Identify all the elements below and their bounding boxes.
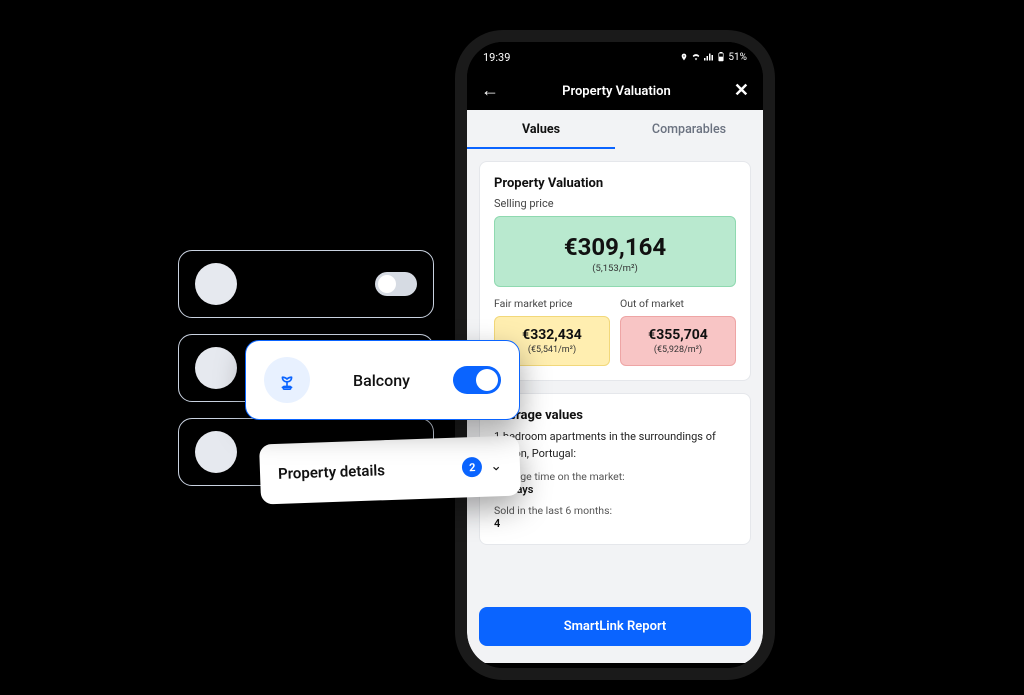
averages-title: Average values: [494, 408, 736, 423]
close-icon[interactable]: ✕: [734, 82, 749, 100]
valuation-title: Property Valuation: [494, 176, 736, 191]
status-right: 51%: [680, 52, 747, 63]
tabs: Values Comparables: [467, 110, 763, 149]
balcony-option-card[interactable]: Balcony: [245, 340, 520, 420]
property-details-label: Property details: [278, 458, 463, 482]
smartlink-button[interactable]: SmartLink Report: [479, 607, 751, 646]
selling-label: Selling price: [494, 197, 736, 210]
out-label: Out of market: [620, 297, 736, 310]
status-battery: 51%: [728, 52, 747, 63]
status-bar: 19:39 51%: [467, 42, 763, 72]
placeholder-circle: [195, 263, 237, 305]
balcony-label: Balcony: [324, 371, 439, 390]
out-price-box: €355,704 (€5,928/m²): [620, 316, 736, 366]
status-time: 19:39: [483, 51, 510, 64]
selling-price: €309,164: [505, 233, 725, 261]
balcony-toggle[interactable]: [453, 366, 501, 394]
app-header: ← Property Valuation ✕: [467, 72, 763, 110]
avg-sold-value: 4: [494, 517, 736, 530]
averages-intro: 1 bedroom apartments in the surroundings…: [494, 429, 736, 462]
placeholder-circle: [195, 431, 237, 473]
plant-icon: [264, 357, 310, 403]
toggle-off-1[interactable]: [375, 272, 417, 296]
fair-label: Fair market price: [494, 297, 610, 310]
chevron-down-icon: ⌄: [490, 458, 502, 474]
out-per: (€5,928/m²): [627, 345, 729, 355]
battery-icon: [717, 52, 725, 62]
selling-price-box: €309,164 (5,153/m²): [494, 216, 736, 287]
location-icon: [680, 53, 688, 61]
placeholder-circle: [195, 347, 237, 389]
fair-price: €332,434: [501, 327, 603, 343]
selling-per: (5,153/m²): [505, 263, 725, 274]
signal-icon: [704, 53, 714, 61]
wifi-icon: [691, 53, 701, 61]
tab-values[interactable]: Values: [467, 110, 615, 149]
avg-sold-label: Sold in the last 6 months:: [494, 504, 736, 517]
valuation-card: Property Valuation Selling price €309,16…: [479, 161, 751, 381]
details-badge: 2: [462, 457, 483, 478]
tab-comparables[interactable]: Comparables: [615, 110, 763, 149]
property-details-card[interactable]: Property details 2 ⌄: [259, 435, 521, 504]
avg-time-value: 97 Days: [494, 483, 736, 496]
out-price: €355,704: [627, 327, 729, 343]
placeholder-row-1: [178, 250, 434, 318]
avg-time-label: Average time on the market:: [494, 470, 736, 483]
page-title: Property Valuation: [562, 84, 671, 99]
back-icon[interactable]: ←: [481, 82, 499, 100]
